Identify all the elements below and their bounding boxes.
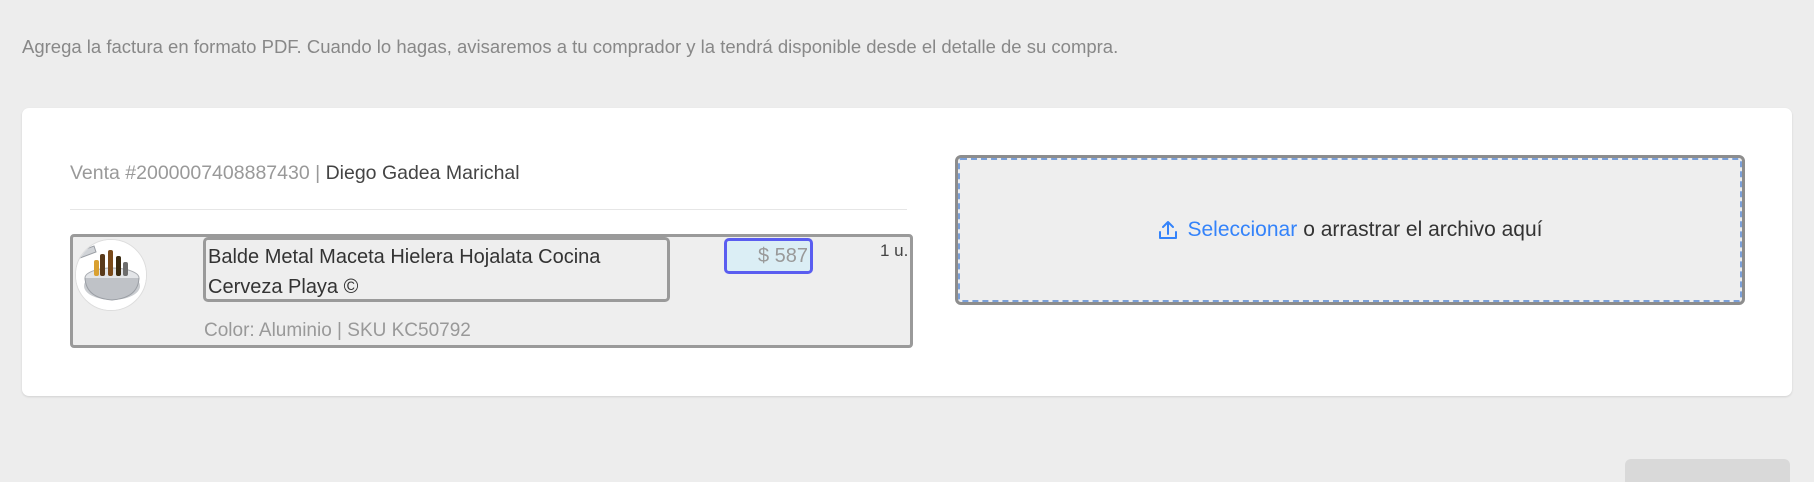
product-thumbnail [75, 239, 147, 311]
header-separator: | [309, 162, 326, 184]
header-divider [70, 209, 907, 210]
order-header: Venta #2000007408887430 | Diego Gadea Ma… [70, 162, 520, 185]
sale-number: Venta #2000007408887430 [70, 162, 310, 184]
buyer-name: Diego Gadea Marichal [325, 162, 520, 184]
invoice-card: Venta #2000007408887430 | Diego Gadea Ma… [22, 108, 1792, 396]
upload-icon [1157, 219, 1179, 241]
dropzone-content[interactable]: Seleccionar o arrastrar el archivo aquí [958, 158, 1742, 302]
product-price[interactable]: $ 587 [724, 238, 813, 274]
product-row: Balde Metal Maceta Hielera Hojalata Coci… [70, 234, 913, 348]
drop-text: o arrastrar el archivo aquí [1303, 218, 1543, 241]
product-title[interactable]: Balde Metal Maceta Hielera Hojalata Coci… [203, 237, 670, 302]
product-quantity: 1 u. [880, 241, 909, 260]
bucket-image-icon [76, 240, 146, 310]
submit-button[interactable] [1625, 459, 1790, 482]
select-file-link[interactable]: Seleccionar [1187, 218, 1297, 242]
file-dropzone[interactable]: Seleccionar o arrastrar el archivo aquí [955, 155, 1745, 305]
instruction-text: Agrega la factura en formato PDF. Cuando… [22, 36, 1119, 57]
product-attributes: Color: Aluminio | SKU KC50792 [204, 320, 471, 341]
